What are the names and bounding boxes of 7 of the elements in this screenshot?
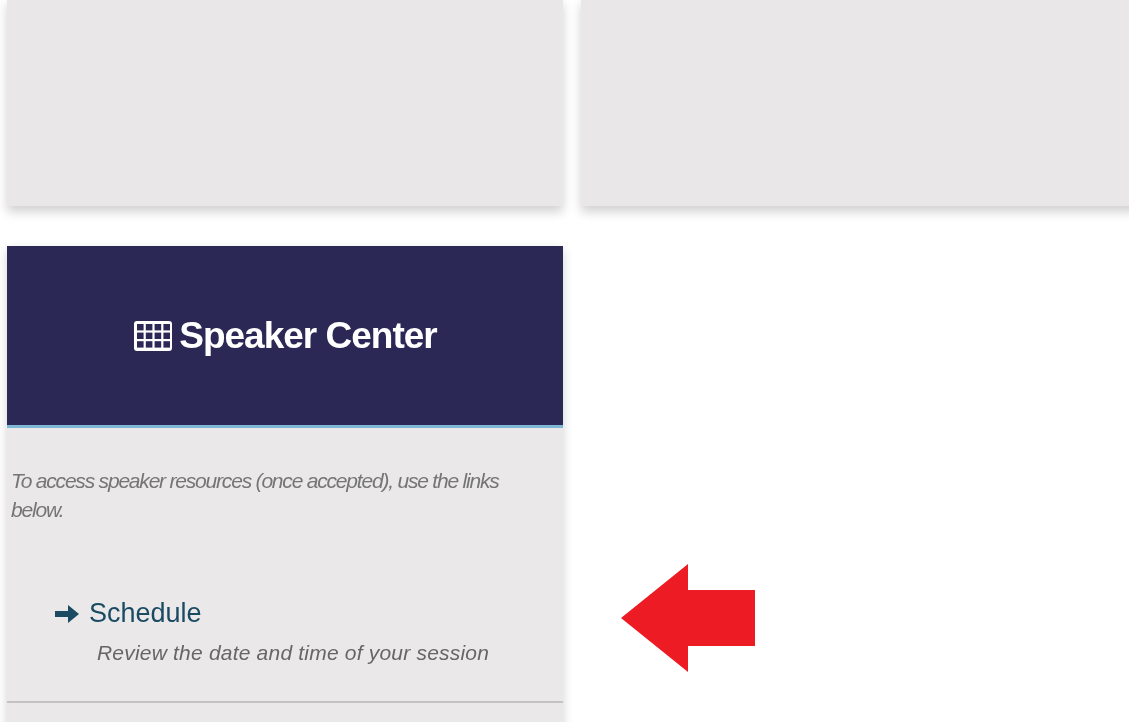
arrow-right-icon: [55, 602, 79, 625]
arrow-left-icon: [621, 564, 755, 672]
table-icon: [133, 319, 174, 352]
card-title: Speaker Center: [179, 314, 437, 357]
intro-text: To access speaker resources (once accepted), use the links below.: [11, 468, 500, 523]
schedule-link[interactable]: Schedule: [89, 598, 202, 629]
link-description: Review the date and time of your session: [97, 641, 491, 665]
